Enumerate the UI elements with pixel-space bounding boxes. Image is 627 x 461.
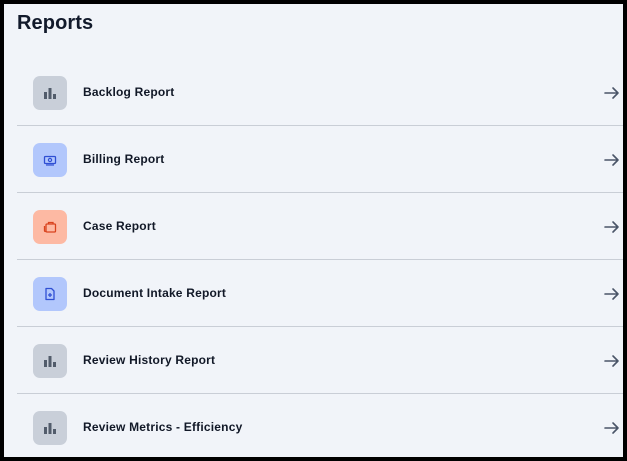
report-label: Review Metrics - Efficiency bbox=[83, 420, 243, 434]
report-label: Billing Report bbox=[83, 152, 165, 166]
money-bill-icon bbox=[33, 143, 67, 177]
report-row-case[interactable]: Case Report bbox=[17, 193, 623, 260]
arrow-right-icon bbox=[604, 154, 619, 166]
arrow-right-icon bbox=[604, 87, 619, 99]
report-label: Case Report bbox=[83, 219, 156, 233]
arrow-right-icon bbox=[604, 355, 619, 367]
report-row-billing[interactable]: Billing Report bbox=[17, 126, 623, 193]
bar-chart-icon bbox=[33, 344, 67, 378]
report-label: Document Intake Report bbox=[83, 286, 227, 300]
report-label: Backlog Report bbox=[83, 85, 175, 99]
briefcase-icon bbox=[33, 210, 67, 244]
report-row-backlog[interactable]: Backlog Report bbox=[17, 59, 623, 126]
report-row-review-metrics[interactable]: Review Metrics - Efficiency bbox=[17, 394, 623, 457]
bar-chart-icon bbox=[33, 411, 67, 445]
report-row-review-history[interactable]: Review History Report bbox=[17, 327, 623, 394]
arrow-right-icon bbox=[604, 221, 619, 233]
page-title: Reports bbox=[17, 12, 94, 34]
reports-panel: Reports Backlog Report Billing Report Ca… bbox=[4, 4, 623, 457]
report-label: Review History Report bbox=[83, 353, 216, 367]
arrow-right-icon bbox=[604, 288, 619, 300]
bar-chart-icon bbox=[33, 76, 67, 110]
arrow-right-icon bbox=[604, 422, 619, 434]
document-add-icon bbox=[33, 277, 67, 311]
report-row-document-intake[interactable]: Document Intake Report bbox=[17, 260, 623, 327]
report-list: Backlog Report Billing Report Case Repor… bbox=[17, 59, 623, 457]
